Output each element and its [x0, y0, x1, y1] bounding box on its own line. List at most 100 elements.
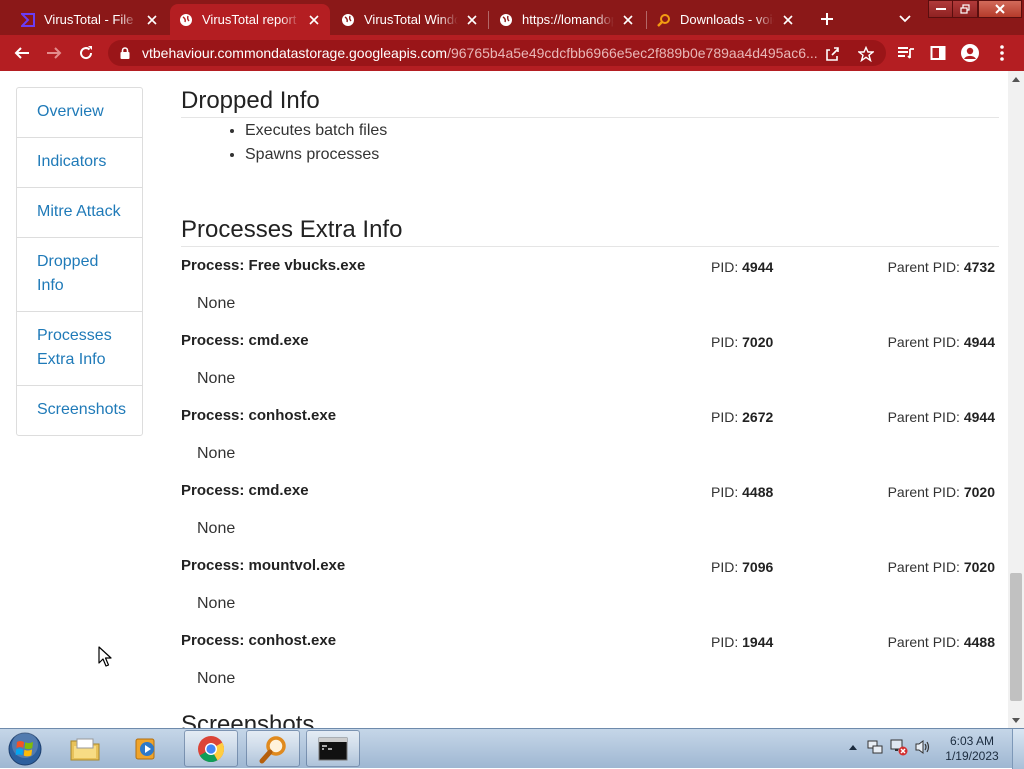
- network-icon[interactable]: [890, 737, 908, 757]
- sidebar-item-dropped-info[interactable]: Dropped Info: [17, 237, 142, 311]
- process-label: Process:: [181, 407, 249, 424]
- pid-label: PID:: [711, 484, 743, 500]
- process-parent-pid: Parent PID: 7020: [888, 559, 995, 575]
- windows-taskbar: 6:03 AM 1/19/2023: [0, 728, 1024, 769]
- parent-pid-label: Parent PID:: [887, 484, 964, 500]
- new-tab-button[interactable]: [814, 6, 840, 32]
- tab-downloads[interactable]: Downloads - void: [648, 4, 804, 35]
- pid-value: 1944: [742, 634, 774, 650]
- parent-pid-label: Parent PID:: [887, 334, 964, 350]
- address-bar[interactable]: vtbehaviour.commondatastorage.googleapis…: [108, 40, 886, 66]
- process-extra-info: None: [197, 520, 236, 537]
- side-panel-icon[interactable]: [924, 39, 952, 67]
- process-row: Process: cmd.exe PID: 4488 Parent PID: 7…: [181, 482, 999, 557]
- parent-pid-value: 4488: [963, 634, 995, 650]
- system-clock[interactable]: 6:03 AM 1/19/2023: [936, 734, 1008, 764]
- start-button[interactable]: [5, 731, 45, 767]
- volume-icon[interactable]: [914, 737, 932, 757]
- sidebar-item-overview[interactable]: Overview: [17, 88, 142, 137]
- action-center-icon[interactable]: [866, 737, 884, 757]
- scroll-up-arrow-icon[interactable]: [1008, 71, 1024, 87]
- reading-list-icon[interactable]: [892, 39, 920, 67]
- scrollbar-thumb[interactable]: [1010, 573, 1022, 701]
- sidebar-item-mitre-attack[interactable]: Mitre Attack: [17, 187, 142, 237]
- dropped-info-list: Executes batch files Spawns processes: [245, 121, 387, 169]
- process-name: Process: conhost.exe: [181, 632, 336, 649]
- process-pid: PID: 1944: [711, 634, 773, 650]
- pid-value: 4944: [742, 259, 774, 275]
- tab-title: VirusTotal report for: [202, 12, 300, 27]
- parent-pid-label: Parent PID:: [887, 559, 964, 575]
- close-icon[interactable]: [464, 12, 480, 28]
- pid-label: PID:: [711, 634, 743, 650]
- pid-label: PID:: [711, 559, 743, 575]
- browser-menu-icon[interactable]: [988, 39, 1016, 67]
- process-parent-pid: Parent PID: 4944: [888, 334, 995, 350]
- process-label: Process:: [181, 557, 249, 574]
- search-icon: [656, 12, 672, 28]
- process-extra-info: None: [197, 445, 236, 462]
- tab-title: VirusTotal - File - 9: [44, 12, 138, 27]
- tab-virustotal-report[interactable]: VirusTotal report for: [170, 4, 330, 35]
- pid-value: 7096: [742, 559, 774, 575]
- process-name-value: cmd.exe: [248, 482, 309, 499]
- process-name-value: conhost.exe: [248, 407, 337, 424]
- close-icon[interactable]: [144, 12, 160, 28]
- parent-pid-value: 7020: [963, 484, 995, 500]
- page-scrollbar[interactable]: [1008, 71, 1024, 728]
- globe-icon: [498, 12, 514, 28]
- search-tool-icon[interactable]: [246, 730, 300, 767]
- parent-pid-label: Parent PID:: [887, 409, 964, 425]
- close-window-button[interactable]: [978, 0, 1022, 18]
- dropped-info-heading: Dropped Info: [181, 87, 999, 118]
- section-sidebar: Overview Indicators Mitre Attack Dropped…: [16, 87, 143, 436]
- tab-virustotal-file[interactable]: VirusTotal - File - 9: [12, 4, 168, 35]
- process-extra-info: None: [197, 595, 236, 612]
- chrome-icon[interactable]: [184, 730, 238, 767]
- clock-time: 6:03 AM: [949, 734, 995, 748]
- show-hidden-icons-icon[interactable]: [844, 737, 862, 757]
- reload-button[interactable]: [72, 39, 100, 67]
- close-icon[interactable]: [620, 12, 636, 28]
- bookmark-star-icon[interactable]: [856, 44, 876, 64]
- url-text[interactable]: vtbehaviour.commondatastorage.googleapis…: [142, 45, 822, 61]
- process-pid: PID: 4488: [711, 484, 773, 500]
- close-icon[interactable]: [306, 12, 322, 28]
- minimize-button[interactable]: [928, 0, 954, 18]
- media-player-icon[interactable]: [120, 730, 174, 767]
- screenshots-heading: Screenshots: [181, 711, 999, 728]
- process-name-value: mountvol.exe: [248, 557, 346, 574]
- restore-button[interactable]: [952, 0, 978, 18]
- sidebar-item-indicators[interactable]: Indicators: [17, 137, 142, 187]
- forward-button[interactable]: [40, 39, 68, 67]
- process-name-value: Free vbucks.exe: [248, 257, 366, 274]
- back-button[interactable]: [8, 39, 36, 67]
- process-pid: PID: 7020: [711, 334, 773, 350]
- pid-value: 7020: [742, 334, 774, 350]
- lock-icon: [118, 46, 132, 60]
- sidebar-item-processes-extra-info[interactable]: Processes Extra Info: [17, 311, 142, 385]
- scroll-down-arrow-icon[interactable]: [1008, 712, 1024, 728]
- process-row: Process: cmd.exe PID: 7020 Parent PID: 4…: [181, 332, 999, 407]
- url-host: vtbehaviour.commondatastorage.googleapis…: [142, 45, 448, 61]
- tab-search-button[interactable]: [892, 6, 918, 32]
- show-desktop-button[interactable]: [1012, 729, 1024, 769]
- tab-virustotal-windows[interactable]: VirusTotal Windows: [332, 4, 488, 35]
- parent-pid-label: Parent PID:: [887, 259, 964, 275]
- process-extra-info: None: [197, 670, 236, 687]
- parent-pid-value: 4944: [963, 409, 995, 425]
- windows-explorer-icon[interactable]: [58, 730, 112, 767]
- process-parent-pid: Parent PID: 4732: [888, 259, 995, 275]
- tab-lomandop[interactable]: https://lomandop: [490, 4, 644, 35]
- close-icon[interactable]: [780, 12, 796, 28]
- profile-avatar-icon[interactable]: [956, 39, 984, 67]
- sidebar-item-screenshots[interactable]: Screenshots: [17, 385, 142, 435]
- share-icon[interactable]: [822, 44, 842, 64]
- process-name-value: cmd.exe: [248, 332, 309, 349]
- browser-tab-strip: VirusTotal - File - 9 VirusTotal report …: [0, 0, 1024, 35]
- parent-pid-value: 7020: [963, 559, 995, 575]
- list-item: Executes batch files: [245, 121, 387, 145]
- command-prompt-icon[interactable]: [306, 730, 360, 767]
- process-row: Process: mountvol.exe PID: 7096 Parent P…: [181, 557, 999, 632]
- process-pid: PID: 2672: [711, 409, 773, 425]
